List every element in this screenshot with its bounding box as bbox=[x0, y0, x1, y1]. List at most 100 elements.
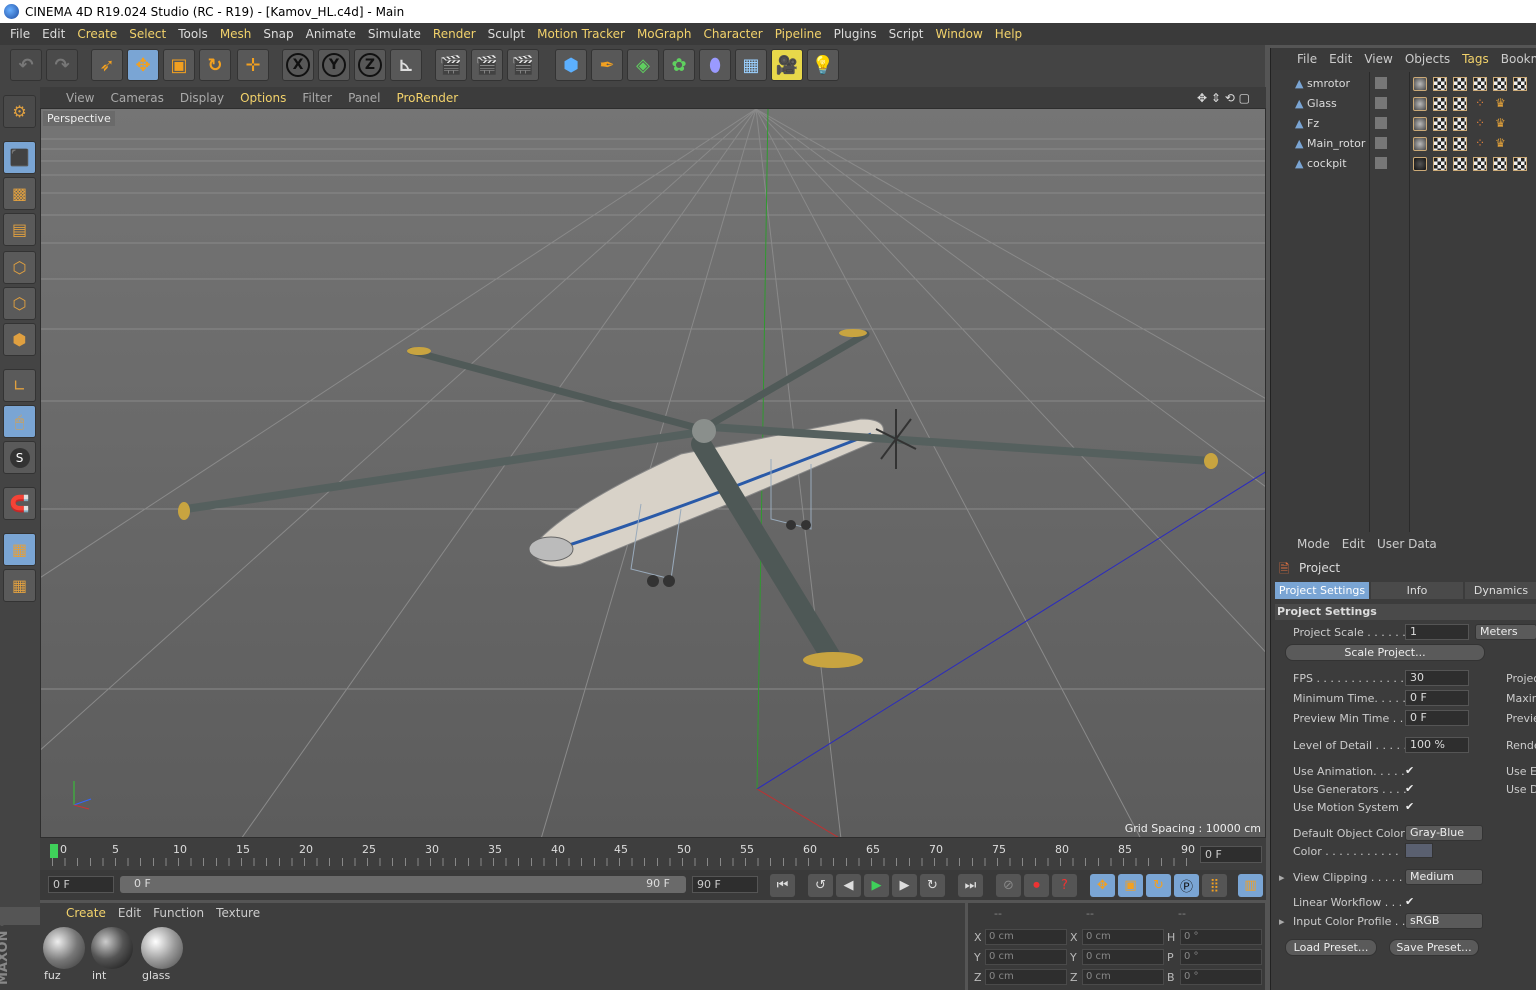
position-y-field[interactable]: 0 cm bbox=[985, 949, 1067, 965]
object-row-glass[interactable]: ▲ Glass ⁘ ♛ bbox=[1275, 94, 1536, 114]
add-mograph-button[interactable]: ✿ bbox=[663, 49, 695, 81]
preview-min-time-field[interactable]: 0 F bbox=[1405, 710, 1469, 726]
material-menu-function[interactable]: Function bbox=[147, 906, 210, 920]
material-swatch[interactable]: int bbox=[90, 927, 134, 985]
play-button[interactable]: ▶ bbox=[864, 874, 889, 897]
live-selection-button[interactable]: ➶ bbox=[91, 49, 123, 81]
expand-arrow-icon[interactable]: ▸ bbox=[1279, 915, 1285, 928]
texture-tag-icon[interactable] bbox=[1513, 77, 1527, 91]
crown-tag-icon[interactable]: ♛ bbox=[1495, 96, 1506, 110]
position-x-field[interactable]: 0 cm bbox=[985, 929, 1067, 945]
workplane-lock-button[interactable]: ▦ bbox=[3, 533, 36, 566]
material-tag-icon[interactable] bbox=[1413, 137, 1427, 151]
scale-tool-button[interactable]: ▣ bbox=[163, 49, 195, 81]
layer-icon[interactable] bbox=[1375, 157, 1387, 169]
attribute-menu-edit[interactable]: Edit bbox=[1336, 537, 1371, 551]
rotation-b-field[interactable]: 0 ° bbox=[1180, 969, 1262, 985]
material-tag-icon[interactable] bbox=[1413, 157, 1427, 171]
vertex-map-tag-icon[interactable]: ⁘ bbox=[1475, 96, 1485, 110]
vertex-map-tag-icon[interactable]: ⁘ bbox=[1475, 136, 1485, 150]
menu-snap[interactable]: Snap bbox=[257, 27, 299, 41]
texture-tag-icon[interactable] bbox=[1433, 137, 1447, 151]
end-frame-field[interactable]: 90 F bbox=[692, 876, 758, 893]
material-menu-create[interactable]: Create bbox=[60, 906, 112, 920]
linear-workflow-checkbox[interactable]: ✔ bbox=[1405, 895, 1414, 908]
viewport-menu-filter[interactable]: Filter bbox=[294, 91, 340, 105]
menu-character[interactable]: Character bbox=[697, 27, 768, 41]
viewport-menu-options[interactable]: Options bbox=[232, 91, 294, 105]
object-row-cockpit[interactable]: ▲ cockpit bbox=[1275, 154, 1536, 174]
points-mode-button[interactable]: ⬡ bbox=[3, 251, 36, 284]
current-frame-field[interactable]: 0 F bbox=[1200, 846, 1262, 863]
expand-arrow-icon[interactable]: ▸ bbox=[1279, 871, 1285, 884]
project-scale-field[interactable]: 1 bbox=[1405, 624, 1469, 640]
layer-icon[interactable] bbox=[1375, 137, 1387, 149]
rotation-h-field[interactable]: 0 ° bbox=[1180, 929, 1262, 945]
menu-file[interactable]: File bbox=[4, 27, 36, 41]
previous-key-button[interactable]: ↺ bbox=[808, 874, 833, 897]
size-y-field[interactable]: 0 cm bbox=[1082, 949, 1164, 965]
workplane-mode-button[interactable]: ▤ bbox=[3, 213, 36, 246]
object-menu-objects[interactable]: Objects bbox=[1399, 52, 1456, 66]
x-axis-button[interactable]: X bbox=[282, 49, 314, 81]
tab-info[interactable]: Info bbox=[1371, 582, 1463, 599]
layer-icon[interactable] bbox=[1375, 97, 1387, 109]
axis-mode-button[interactable]: ∟ bbox=[3, 369, 36, 402]
crown-tag-icon[interactable]: ♛ bbox=[1495, 116, 1506, 130]
fps-field[interactable]: 30 bbox=[1405, 670, 1469, 686]
polygons-mode-button[interactable]: ⬢ bbox=[3, 323, 36, 356]
load-preset-button[interactable]: Load Preset... bbox=[1285, 939, 1377, 956]
next-key-button[interactable]: ↻ bbox=[920, 874, 945, 897]
material-tag-icon[interactable] bbox=[1413, 77, 1427, 91]
material-tag-icon[interactable] bbox=[1413, 97, 1427, 111]
add-spline-button[interactable]: ✒ bbox=[591, 49, 623, 81]
texture-tag-icon[interactable] bbox=[1433, 97, 1447, 111]
viewport-menu-prorender[interactable]: ProRender bbox=[388, 91, 466, 105]
viewport-menu-panel[interactable]: Panel bbox=[340, 91, 388, 105]
material-swatch[interactable]: fuz bbox=[42, 927, 86, 985]
playhead-marker[interactable] bbox=[50, 844, 58, 858]
texture-tag-icon[interactable] bbox=[1433, 117, 1447, 131]
menu-render[interactable]: Render bbox=[427, 27, 482, 41]
redo-button[interactable]: ↷ bbox=[46, 49, 78, 81]
rotation-key-toggle[interactable]: ↻ bbox=[1146, 874, 1171, 897]
scale-project-button[interactable]: Scale Project... bbox=[1285, 644, 1485, 661]
use-animation-checkbox[interactable]: ✔ bbox=[1405, 764, 1414, 777]
size-x-field[interactable]: 0 cm bbox=[1082, 929, 1164, 945]
level-of-detail-field[interactable]: 100 % bbox=[1405, 737, 1469, 753]
rotation-p-field[interactable]: 0 ° bbox=[1180, 949, 1262, 965]
input-color-profile-dropdown[interactable]: sRGB bbox=[1405, 913, 1483, 929]
add-generator-button[interactable]: ◈ bbox=[627, 49, 659, 81]
texture-tag-icon[interactable] bbox=[1453, 137, 1467, 151]
record-keys-button[interactable]: ⊘ bbox=[996, 874, 1021, 897]
coordinate-system-button[interactable]: ⊾ bbox=[390, 49, 422, 81]
material-swatch[interactable]: glass bbox=[140, 927, 184, 985]
use-motion-system-checkbox[interactable]: ✔ bbox=[1405, 800, 1414, 813]
default-object-color-dropdown[interactable]: Gray-Blue bbox=[1405, 825, 1483, 841]
texture-tag-icon[interactable] bbox=[1453, 157, 1467, 171]
menu-tools[interactable]: Tools bbox=[172, 27, 214, 41]
object-menu-edit[interactable]: Edit bbox=[1323, 52, 1358, 66]
menu-edit[interactable]: Edit bbox=[36, 27, 71, 41]
menu-animate[interactable]: Animate bbox=[300, 27, 362, 41]
menu-sculpt[interactable]: Sculpt bbox=[482, 27, 531, 41]
viewport-menu-display[interactable]: Display bbox=[172, 91, 232, 105]
texture-tag-icon[interactable] bbox=[1473, 77, 1487, 91]
viewport-nav-icons[interactable]: ✥ ⇕ ⟲ ▢ bbox=[1189, 91, 1258, 105]
menu-simulate[interactable]: Simulate bbox=[362, 27, 427, 41]
view-clipping-dropdown[interactable]: Medium bbox=[1405, 869, 1483, 885]
model-mode-button[interactable]: ⬛ bbox=[3, 141, 36, 174]
previous-frame-button[interactable]: ◀ bbox=[836, 874, 861, 897]
render-picture-viewer-button[interactable]: 🎬 bbox=[471, 49, 503, 81]
project-scale-unit-dropdown[interactable]: Meters bbox=[1475, 624, 1536, 640]
menu-motion-tracker[interactable]: Motion Tracker bbox=[531, 27, 631, 41]
color-swatch[interactable] bbox=[1405, 843, 1433, 858]
timeline-ruler[interactable]: 0 5 10 15 20 25 30 35 40 45 50 55 60 65 … bbox=[40, 838, 1266, 870]
size-z-field[interactable]: 0 cm bbox=[1082, 969, 1164, 985]
minimum-time-field[interactable]: 0 F bbox=[1405, 690, 1469, 706]
auto-key-button[interactable]: ⏺ bbox=[1024, 874, 1049, 897]
undo-button[interactable]: ↶ bbox=[10, 49, 42, 81]
tweak-mode-button[interactable]: 🖱 bbox=[3, 405, 36, 438]
position-key-toggle[interactable]: ✥ bbox=[1090, 874, 1115, 897]
y-axis-button[interactable]: Y bbox=[318, 49, 350, 81]
